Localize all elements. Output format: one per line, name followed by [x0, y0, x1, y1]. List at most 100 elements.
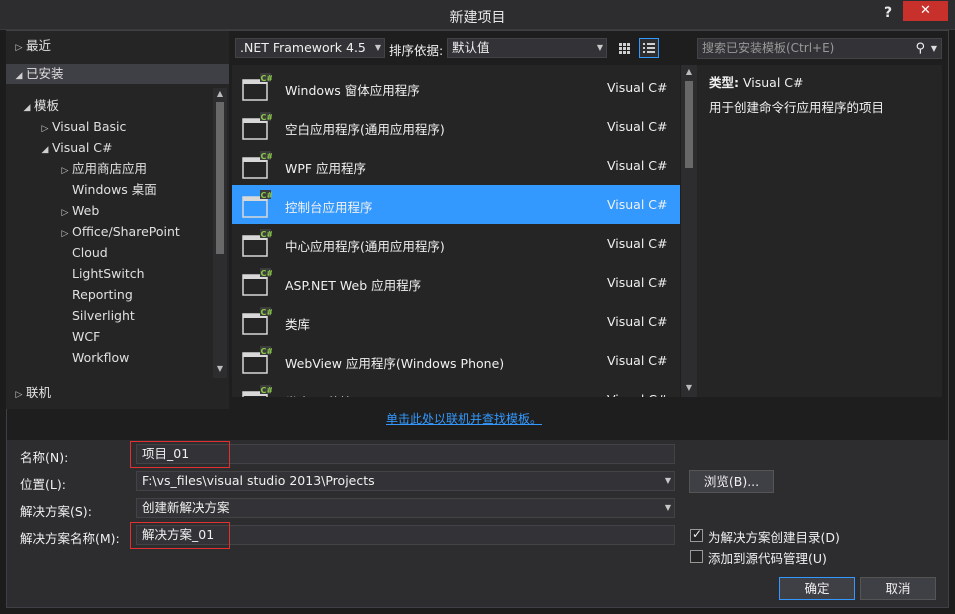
template-name: WebView 应用程序(Windows Phone) [285, 356, 505, 371]
template-name: 空白应用程序(通用应用程序) [285, 122, 445, 137]
chevron-down-icon[interactable]: ▼ [931, 39, 937, 58]
template-list-scrollbar[interactable]: ▲ ▼ [681, 65, 697, 397]
template-row[interactable]: C# WPF 应用程序 Visual C# [232, 146, 680, 185]
tree-item-label: Visual Basic [52, 119, 127, 134]
tree-item-label: Silverlight [72, 308, 135, 323]
template-row[interactable]: C# ASP.NET Web 应用程序 Visual C# [232, 263, 680, 302]
sort-value: 默认值 [452, 40, 490, 55]
tree-item-office-sharepoint[interactable]: ▷ Office/SharePoint [58, 222, 180, 242]
expand-arrow-icon[interactable]: ▷ [58, 203, 72, 223]
tree-item-store-apps[interactable]: ▷ 应用商店应用 [58, 159, 147, 179]
expand-arrow-icon[interactable]: ▷ [38, 119, 52, 139]
list-view-icon [643, 43, 655, 53]
ok-button[interactable]: 确定 [779, 577, 855, 600]
tree-item-reporting[interactable]: Reporting [72, 285, 133, 305]
create-directory-checkbox[interactable] [690, 527, 703, 542]
tree-item-workflow[interactable]: Workflow [72, 348, 129, 368]
tree-item-lightswitch[interactable]: LightSwitch [72, 264, 145, 284]
tree-item-templates[interactable]: ◢ 模板 [20, 96, 59, 116]
tree-item-label: Workflow [72, 350, 130, 365]
tree-item-label: 应用商店应用 [72, 161, 148, 176]
scroll-up-icon[interactable]: ▲ [213, 89, 227, 98]
close-button[interactable]: ✕ [903, 1, 948, 21]
expand-arrow-icon[interactable]: ▷ [12, 38, 26, 58]
framework-select[interactable]: .NET Framework 4.5 ▼ [235, 38, 385, 58]
search-icon[interactable]: ⚲ [915, 39, 925, 58]
chevron-down-icon: ▼ [596, 43, 603, 52]
class-library-icon: C# [242, 307, 272, 335]
sort-select[interactable]: 默认值 ▼ [447, 38, 607, 58]
chevron-down-icon[interactable]: ▼ [665, 499, 671, 517]
location-input[interactable]: F:\vs_files\visual studio 2013\Projects ▼ [136, 471, 675, 491]
scrollbar-thumb[interactable] [685, 81, 693, 168]
template-language: Visual C# [607, 275, 668, 290]
scroll-down-icon[interactable]: ▼ [213, 364, 227, 373]
blank-app-icon: C# [242, 112, 272, 140]
collapse-arrow-icon[interactable]: ◢ [12, 66, 26, 86]
tree-item-online[interactable]: ▷ 联机 [12, 383, 51, 403]
hub-app-icon: C# [242, 229, 272, 257]
tree-scrollbar[interactable]: ▲ ▼ [213, 88, 227, 378]
template-type: 类型: Visual C# [709, 72, 803, 91]
cancel-button[interactable]: 取消 [860, 577, 936, 600]
create-directory-label[interactable]: 为解决方案创建目录(D) [708, 527, 840, 546]
online-templates-link[interactable]: 单击此处以联机并查找模板。 [386, 410, 542, 427]
tree-item-silverlight[interactable]: Silverlight [72, 306, 135, 326]
scroll-up-icon[interactable]: ▲ [681, 67, 697, 76]
help-button[interactable]: ? [880, 5, 896, 21]
scroll-down-icon[interactable]: ▼ [681, 383, 697, 392]
source-control-checkbox[interactable] [690, 550, 703, 563]
framework-value: .NET Framework 4.5 [240, 40, 366, 55]
tree-item-label: 模板 [34, 98, 60, 113]
collapse-arrow-icon[interactable]: ◢ [20, 98, 34, 118]
web-app-icon: C# [242, 268, 273, 296]
template-row[interactable]: C# 类库(可移植) Visual C# [232, 380, 680, 397]
solution-label: 解决方案(S): [20, 504, 92, 519]
tree-item-web[interactable]: ▷ Web [58, 201, 100, 223]
title-bar: 新建项目 ? ✕ [0, 0, 955, 30]
source-control-label[interactable]: 添加到源代码管理(U) [708, 548, 827, 567]
template-row[interactable]: C# 中心应用程序(通用应用程序) Visual C# [232, 224, 680, 263]
search-input[interactable]: 搜索已安装模板(Ctrl+E) ⚲ ▼ [697, 38, 942, 59]
expand-arrow-icon[interactable]: ▷ [58, 224, 72, 244]
tree-item-wcf[interactable]: WCF [72, 327, 100, 347]
tree-item-visual-csharp[interactable]: ◢ Visual C# [38, 138, 113, 158]
svg-text:C#: C# [261, 269, 273, 278]
chevron-down-icon: ▼ [374, 43, 381, 52]
highlight-box [130, 522, 230, 549]
template-row[interactable]: C# Windows 窗体应用程序 Visual C# [232, 68, 680, 107]
highlight-box [130, 441, 230, 468]
tree-item-windows-desktop[interactable]: Windows 桌面 [72, 180, 157, 200]
expand-arrow-icon[interactable]: ▷ [58, 161, 72, 181]
template-row[interactable]: C# WebView 应用程序(Windows Phone) Visual C# [232, 341, 680, 380]
tree-item-installed[interactable]: ◢ 已安装 [6, 64, 229, 84]
tree-item-label: Visual C# [52, 140, 113, 155]
location-value: F:\vs_files\visual studio 2013\Projects [142, 473, 375, 488]
expand-arrow-icon[interactable]: ▷ [12, 385, 26, 405]
solution-select[interactable]: 创建新解决方案 ▼ [136, 498, 675, 518]
portable-library-icon: C# [242, 385, 272, 397]
sort-label: 排序依据: [389, 43, 444, 58]
template-row[interactable]: C# 类库 Visual C# [232, 302, 680, 341]
browse-button[interactable]: 浏览(B)... [689, 470, 774, 493]
template-name: ASP.NET Web 应用程序 [285, 278, 422, 293]
list-view-button[interactable] [639, 38, 659, 58]
location-label: 位置(L): [20, 477, 66, 492]
template-name: WPF 应用程序 [285, 161, 367, 176]
tree-item-cloud[interactable]: Cloud [72, 243, 108, 263]
small-icons-view-button[interactable] [614, 38, 634, 58]
svg-text:C#: C# [261, 347, 273, 356]
template-language: Visual C# [607, 314, 668, 329]
tree-item-recent[interactable]: ▷ 最近 [12, 36, 51, 56]
tree-item-visual-basic[interactable]: ▷ Visual Basic [38, 117, 127, 139]
type-value: Visual C# [742, 75, 804, 90]
scrollbar-thumb[interactable] [216, 102, 224, 254]
chevron-down-icon[interactable]: ▼ [665, 472, 671, 490]
tree-item-label: 已安装 [26, 66, 64, 81]
tree-item-label: 联机 [26, 385, 52, 400]
template-row[interactable]: C# 控制台应用程序 Visual C# [232, 185, 680, 224]
collapse-arrow-icon[interactable]: ◢ [38, 140, 52, 160]
console-icon: C# [242, 190, 272, 218]
template-language: Visual C# [607, 353, 668, 368]
template-row[interactable]: C# 空白应用程序(通用应用程序) Visual C# [232, 107, 680, 146]
